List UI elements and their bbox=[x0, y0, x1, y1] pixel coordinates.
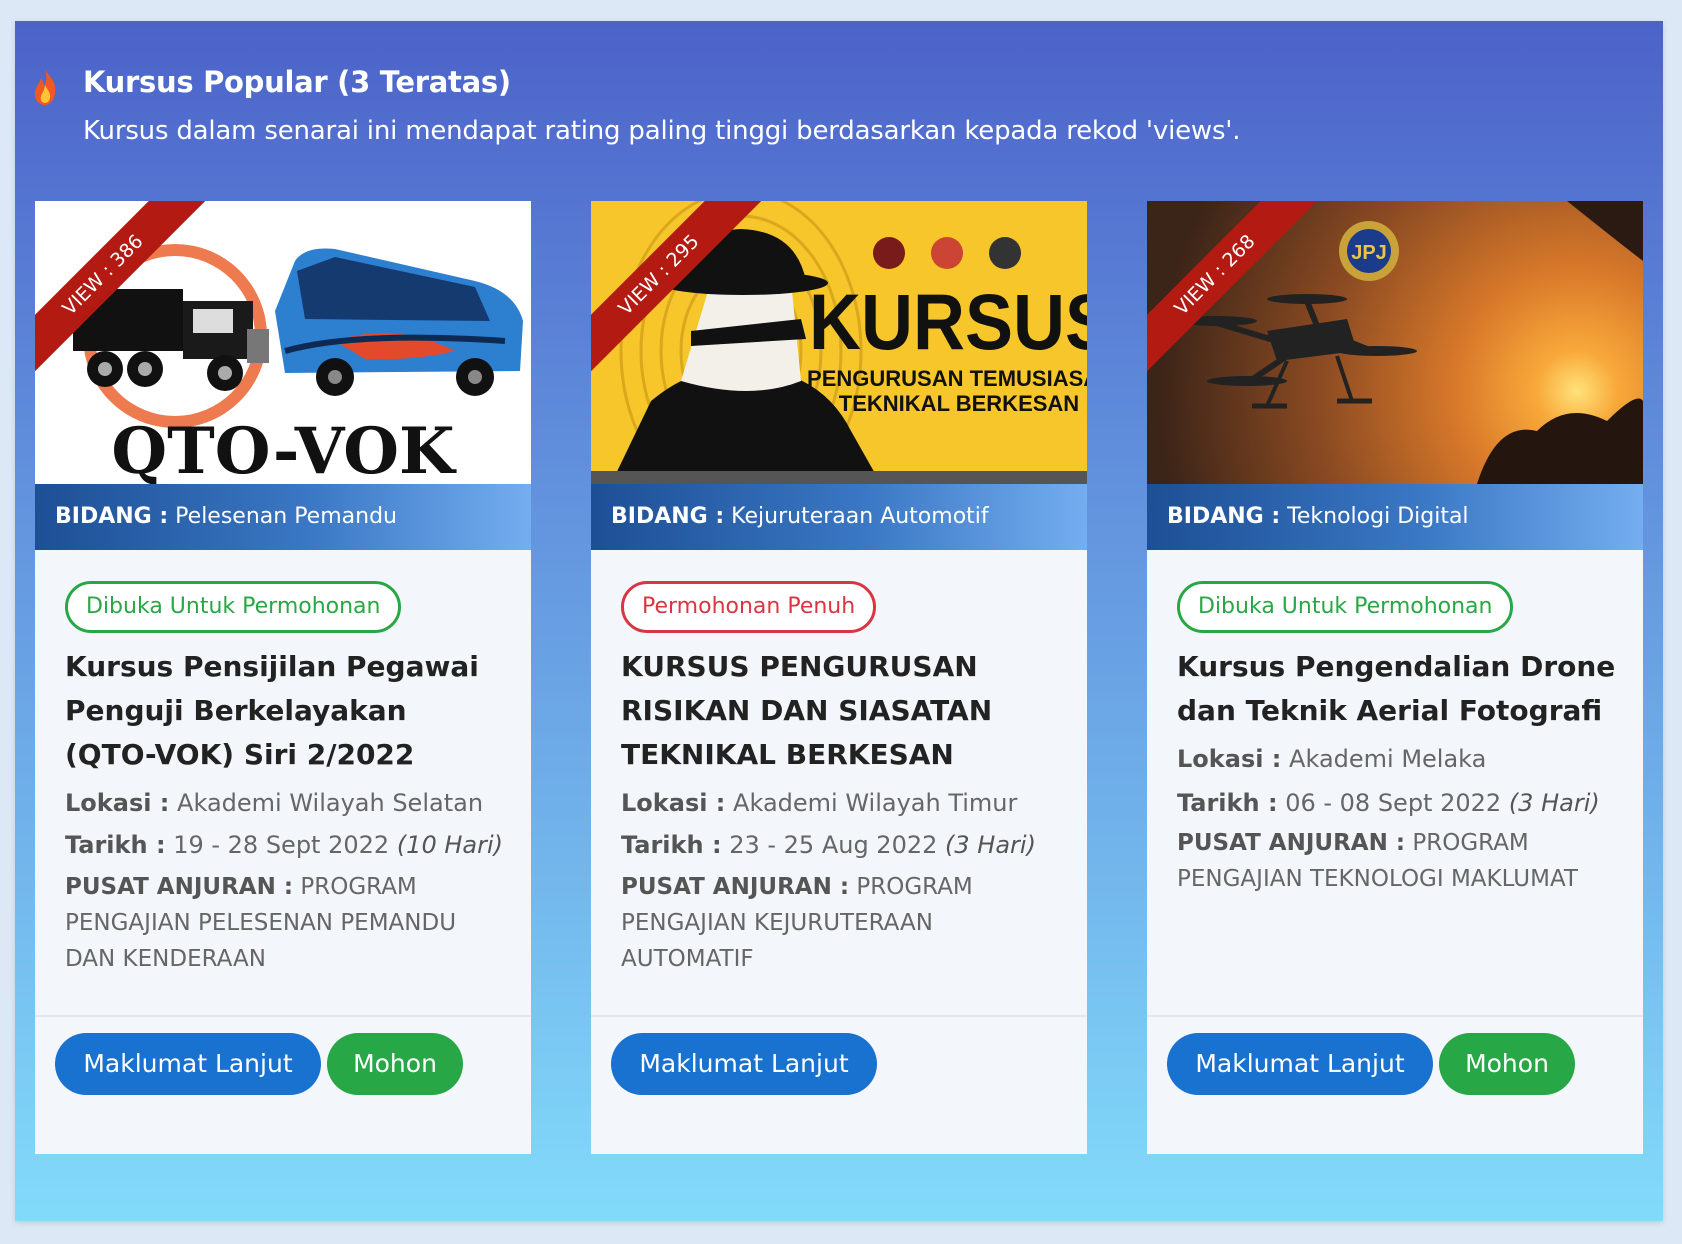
card-divider bbox=[35, 1015, 531, 1017]
view-count-ribbon: VIEW : 295 bbox=[591, 201, 761, 371]
section-title: Kursus Popular (3 Teratas) bbox=[83, 65, 511, 99]
card-divider bbox=[591, 1015, 1087, 1017]
bidang-bar: BIDANG : Pelesenan Pemandu bbox=[35, 484, 531, 550]
bidang-label: BIDANG : bbox=[1167, 504, 1281, 529]
course-card: JPJ VIEW : 268 BIDANG : Teknologi Digita… bbox=[1147, 201, 1643, 1154]
tarikh-value: 23 - 25 Aug 2022 bbox=[729, 831, 938, 859]
lokasi-label: Lokasi : bbox=[621, 789, 726, 817]
course-card: KURSUS PENGURUSAN TEMUSIASAT TEKNIKAL BE… bbox=[591, 201, 1087, 1154]
details-button[interactable]: Maklumat Lanjut bbox=[1167, 1033, 1433, 1095]
pusat-label: PUSAT ANJURAN : bbox=[621, 874, 850, 900]
tarikh-label: Tarikh : bbox=[65, 831, 166, 859]
card-divider bbox=[1147, 1015, 1643, 1017]
lokasi-value: Akademi Melaka bbox=[1289, 745, 1487, 773]
svg-text:JPJ: JPJ bbox=[1351, 242, 1387, 264]
pusat-line: PUSAT ANJURAN : PROGRAM PENGAJIAN KEJURU… bbox=[621, 869, 1061, 977]
course-title[interactable]: Kursus Pensijilan Pegawai Penguji Berkel… bbox=[65, 645, 505, 777]
course-image[interactable]: QTO-VOK VIEW : 386 bbox=[35, 201, 531, 484]
bidang-value: Pelesenan Pemandu bbox=[175, 504, 397, 529]
bidang-label: BIDANG : bbox=[55, 504, 169, 529]
view-count-ribbon: VIEW : 268 bbox=[1147, 201, 1317, 371]
course-title[interactable]: KURSUS PENGURUSAN RISIKAN DAN SIASATAN T… bbox=[621, 645, 1061, 777]
section-subtitle: Kursus dalam senarai ini mendapat rating… bbox=[83, 116, 1241, 146]
tarikh-line: Tarikh : 19 - 28 Sept 2022 (10 Hari) bbox=[65, 827, 505, 863]
lokasi-label: Lokasi : bbox=[65, 789, 170, 817]
lokasi-value: Akademi Wilayah Selatan bbox=[177, 789, 484, 817]
view-count-ribbon: VIEW : 386 bbox=[35, 201, 205, 371]
lokasi-line: Lokasi : Akademi Wilayah Selatan bbox=[65, 785, 505, 821]
image-subcaption: PENGURUSAN TEMUSIASAT bbox=[807, 366, 1087, 391]
course-title[interactable]: Kursus Pengendalian Drone dan Teknik Aer… bbox=[1177, 645, 1617, 733]
status-badge: Dibuka Untuk Permohonan bbox=[1177, 581, 1514, 633]
lokasi-line: Lokasi : Akademi Wilayah Timur bbox=[621, 785, 1061, 821]
tarikh-label: Tarikh : bbox=[621, 831, 722, 859]
tarikh-value: 06 - 08 Sept 2022 bbox=[1285, 789, 1502, 817]
tarikh-line: Tarikh : 23 - 25 Aug 2022 (3 Hari) bbox=[621, 827, 1061, 863]
tarikh-value: 19 - 28 Sept 2022 bbox=[173, 831, 390, 859]
pusat-label: PUSAT ANJURAN : bbox=[65, 874, 294, 900]
duration-value: (3 Hari) bbox=[945, 831, 1036, 859]
lokasi-label: Lokasi : bbox=[1177, 745, 1282, 773]
pusat-line: PUSAT ANJURAN : PROGRAM PENGAJIAN PELESE… bbox=[65, 869, 505, 977]
image-caption: QTO-VOK bbox=[111, 414, 457, 484]
details-button[interactable]: Maklumat Lanjut bbox=[611, 1033, 877, 1095]
apply-button[interactable]: Mohon bbox=[327, 1033, 463, 1095]
bidang-bar: BIDANG : Teknologi Digital bbox=[1147, 484, 1643, 550]
bidang-value: Kejuruteraan Automotif bbox=[731, 504, 989, 529]
image-caption: KURSUS bbox=[809, 278, 1087, 367]
details-button[interactable]: Maklumat Lanjut bbox=[55, 1033, 321, 1095]
tarikh-line: Tarikh : 06 - 08 Sept 2022 (3 Hari) bbox=[1177, 785, 1617, 821]
status-badge: Dibuka Untuk Permohonan bbox=[65, 581, 402, 633]
duration-value: (10 Hari) bbox=[396, 831, 503, 859]
pusat-line: PUSAT ANJURAN : PROGRAM PENGAJIAN TEKNOL… bbox=[1177, 825, 1617, 897]
bidang-label: BIDANG : bbox=[611, 504, 725, 529]
bidang-bar: BIDANG : Kejuruteraan Automotif bbox=[591, 484, 1087, 550]
status-badge: Permohonan Penuh bbox=[621, 581, 877, 633]
popular-courses-panel: Kursus Popular (3 Teratas) Kursus dalam … bbox=[15, 21, 1663, 1221]
fire-icon bbox=[34, 69, 56, 105]
course-card: QTO-VOK VIEW : 386 BIDANG : Pelesenan Pe… bbox=[35, 201, 531, 1154]
bidang-value: Teknologi Digital bbox=[1287, 504, 1469, 529]
apply-button[interactable]: Mohon bbox=[1439, 1033, 1575, 1095]
course-image[interactable]: JPJ VIEW : 268 bbox=[1147, 201, 1643, 484]
tarikh-label: Tarikh : bbox=[1177, 789, 1278, 817]
lokasi-value: Akademi Wilayah Timur bbox=[733, 789, 1018, 817]
course-image[interactable]: KURSUS PENGURUSAN TEMUSIASAT TEKNIKAL BE… bbox=[591, 201, 1087, 484]
duration-value: (3 Hari) bbox=[1508, 789, 1600, 817]
pusat-label: PUSAT ANJURAN : bbox=[1177, 830, 1406, 856]
lokasi-line: Lokasi : Akademi Melaka bbox=[1177, 741, 1617, 777]
image-subcaption: TEKNIKAL BERKESAN bbox=[839, 391, 1079, 416]
